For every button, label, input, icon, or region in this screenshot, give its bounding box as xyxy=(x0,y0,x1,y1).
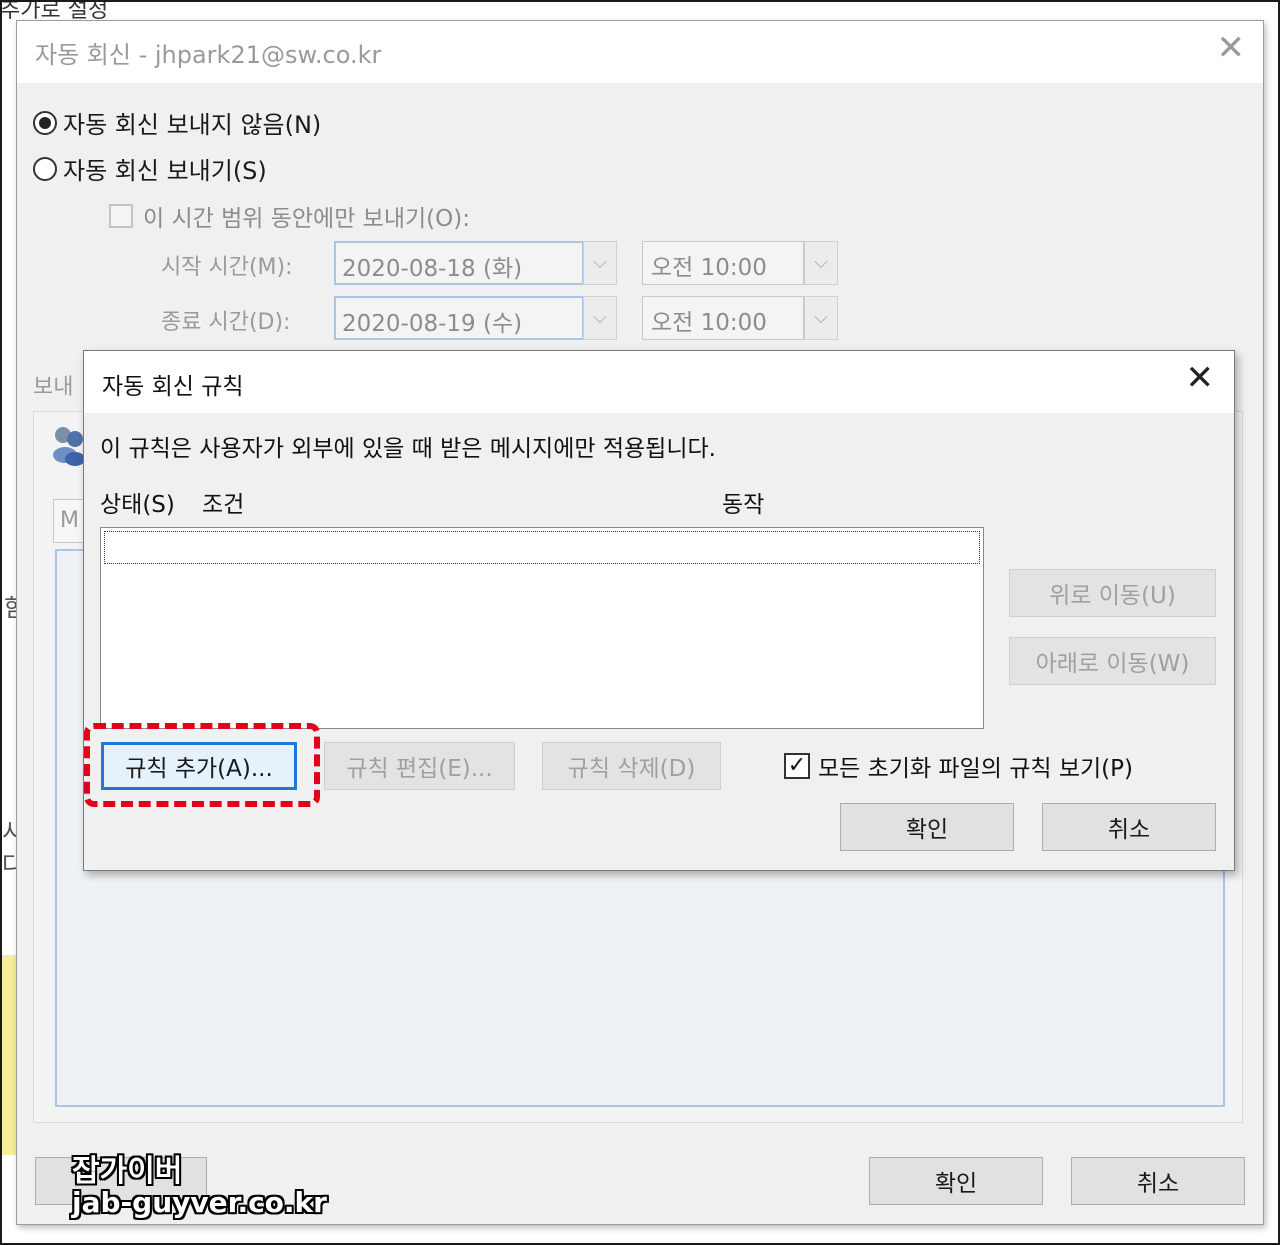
end-time-field[interactable]: 오전 10:00 xyxy=(642,296,804,340)
radio-unchecked-icon[interactable] xyxy=(33,156,57,181)
chevron-down-icon[interactable]: ⌵ xyxy=(583,296,617,340)
column-header-action: 동작 xyxy=(722,492,765,518)
show-all-rules-label: 모든 초기화 파일의 규칙 보기(P) xyxy=(818,756,1133,782)
checkbox-checked-icon[interactable]: ✓ xyxy=(784,753,810,779)
ok-button[interactable]: 확인 xyxy=(869,1157,1043,1205)
column-header-status: 상태(S) xyxy=(100,492,175,518)
start-time-field[interactable]: 오전 10:00 xyxy=(642,241,804,285)
watermark-url: jab-guyver.co.kr xyxy=(72,1185,327,1219)
time-range-checkbox-label: 이 시간 범위 동안에만 보내기(O): xyxy=(143,206,470,232)
chevron-down-icon[interactable]: ⌵ xyxy=(804,241,838,285)
chevron-down-icon[interactable]: ⌵ xyxy=(804,296,838,340)
background-highlight-strip xyxy=(2,955,16,1155)
checkbox-icon[interactable] xyxy=(109,204,133,228)
rules-list[interactable] xyxy=(100,527,984,729)
time-range-checkbox[interactable]: 이 시간 범위 동안에만 보내기(O): xyxy=(109,199,470,233)
start-date-field[interactable]: 2020-08-18 (화) xyxy=(334,241,584,285)
send-section-label: 보내 xyxy=(33,375,74,400)
end-time-label: 종료 시간(D): xyxy=(161,310,291,335)
auto-reply-rules-dialog: 자동 회신 규칙 ✕ 이 규칙은 사용자가 외부에 있을 때 받은 메시지에만 … xyxy=(83,350,1235,871)
start-time-label: 시작 시간(M): xyxy=(161,255,293,280)
show-all-rules-checkbox[interactable]: ✓ 모든 초기화 파일의 규칙 보기(P) xyxy=(784,749,1133,783)
rules-dialog-titlebar: 자동 회신 규칙 ✕ xyxy=(84,351,1234,413)
radio-no-auto-reply[interactable]: 자동 회신 보내지 않음(N) xyxy=(33,105,321,140)
radio-send-auto-reply[interactable]: 자동 회신 보내기(S) xyxy=(33,151,267,186)
cancel-button[interactable]: 취소 xyxy=(1042,803,1216,851)
ok-button[interactable]: 확인 xyxy=(840,803,1014,851)
radio-checked-icon[interactable] xyxy=(33,110,57,135)
end-date-field[interactable]: 2020-08-19 (수) xyxy=(334,296,584,340)
cancel-button[interactable]: 취소 xyxy=(1071,1157,1245,1205)
rules-dialog-title: 자동 회신 규칙 xyxy=(102,374,244,400)
list-item[interactable] xyxy=(104,531,980,564)
chevron-down-icon[interactable]: ⌵ xyxy=(583,241,617,285)
watermark-title: 잡가이버 xyxy=(72,1154,183,1189)
radio-send-auto-reply-label: 자동 회신 보내기(S) xyxy=(63,157,267,185)
add-rule-button[interactable]: 규칙 추가(A)... xyxy=(101,742,297,790)
delete-rule-button[interactable]: 규칙 삭제(D) xyxy=(542,742,721,790)
close-icon[interactable]: ✕ xyxy=(1186,361,1215,395)
edit-rule-button[interactable]: 규칙 편집(E)... xyxy=(324,742,515,790)
auto-reply-titlebar: 자동 회신 - jhpark21@sw.co.kr ✕ xyxy=(17,21,1263,83)
font-selector[interactable]: M xyxy=(53,499,85,543)
move-down-button[interactable]: 아래로 이동(W) xyxy=(1009,637,1216,685)
move-up-button[interactable]: 위로 이동(U) xyxy=(1009,569,1216,617)
radio-no-auto-reply-label: 자동 회신 보내지 않음(N) xyxy=(63,111,322,139)
close-icon[interactable]: ✕ xyxy=(1217,31,1246,65)
rules-description: 이 규칙은 사용자가 외부에 있을 때 받은 메시지에만 적용됩니다. xyxy=(100,436,716,462)
watermark: 잡가이버 jab-guyver.co.kr xyxy=(72,1156,327,1217)
auto-reply-title: 자동 회신 - jhpark21@sw.co.kr xyxy=(35,41,382,69)
contacts-icon xyxy=(53,427,85,466)
column-header-condition: 조건 xyxy=(202,492,245,518)
